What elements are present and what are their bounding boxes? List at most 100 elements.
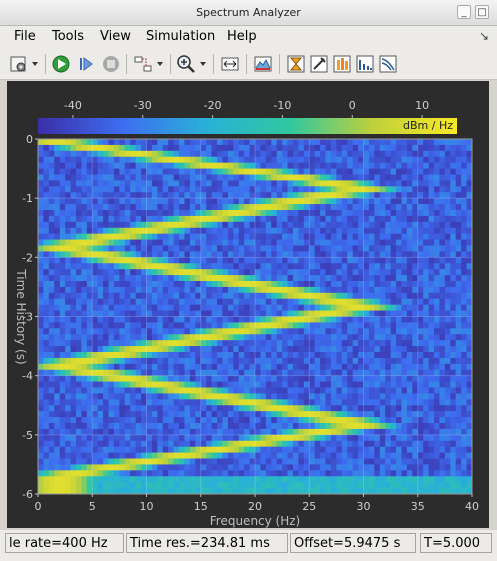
heatmap-cell [54,245,61,252]
autoscale-icon[interactable] [219,53,241,75]
heatmap-cell [292,304,299,311]
menu-simulation[interactable]: Simulation [146,29,215,44]
heatmap-cell [379,446,386,453]
play-icon[interactable] [50,53,72,75]
heatmap-cell [341,168,348,175]
heatmap-cell [244,375,250,382]
heatmap-cell [157,292,164,300]
heatmap-cell [211,304,218,311]
heatmap-cell [233,174,240,181]
heatmap-cell [352,186,359,193]
heatmap-cell [401,488,408,495]
heatmap-cell [379,411,386,418]
heatmap-cell [211,215,218,223]
heatmap-cell [341,251,348,258]
heatmap-cell [396,144,402,152]
heatmap-cell [390,251,397,258]
title-bar: Spectrum Analyzer _ □ [0,0,497,26]
heatmap-cell [406,298,413,306]
heatmap-cell [423,423,430,430]
heatmap-cell [97,215,104,223]
settings-icon[interactable] [8,53,30,75]
heatmap-cell [341,304,348,311]
cursor-measurements-icon[interactable] [308,53,330,75]
menu-file[interactable]: File [14,29,36,44]
heatmap-cell [168,180,175,187]
heatmap-cell [206,423,212,430]
heatmap-cell [444,434,451,442]
zoom-dropdown-icon[interactable] [197,53,209,75]
heatmap-cell [146,363,153,371]
heatmap-cell [292,239,299,246]
maximize-button[interactable]: □ [475,5,489,19]
undock-arrow-icon[interactable]: ↘ [479,29,489,43]
heatmap-cell [233,357,240,365]
heatmap-cell [162,162,169,169]
heatmap-cell [211,476,218,483]
heatmap-cell [97,204,104,211]
heatmap-cell [108,476,115,483]
heatmap-cell [276,458,283,465]
heatmap-cell [200,440,207,448]
heatmap-cell [314,440,321,448]
heatmap-cell [119,227,126,235]
heatmap-cell [368,263,375,270]
menu-tools[interactable]: Tools [52,29,84,44]
heatmap-cell [374,434,381,442]
settings-dropdown-icon[interactable] [29,53,41,75]
heatmap-cell [222,310,229,317]
heatmap-cell [439,381,446,388]
stop-icon[interactable] [100,53,122,75]
distortion-measurements-icon[interactable] [354,53,376,75]
heatmap-cell [255,470,261,477]
heatmap-cell [70,144,77,152]
heatmap-cell [363,168,370,175]
heatmap-cell [179,221,185,229]
menu-view[interactable]: View [100,29,131,44]
heatmap-cell [314,470,321,477]
heatmap-cell [396,423,402,430]
heatmap-cell [222,452,229,459]
heatmap-cell [200,221,207,229]
x-tick-label: 10 [140,500,154,513]
heatmap-cell [157,156,164,164]
heatmap-cell [434,446,440,453]
heatmap-cell [92,204,99,211]
heatmap-cell [151,257,158,264]
peak-finder-icon[interactable] [285,53,307,75]
heatmap-cell [423,346,430,353]
heatmap-cell [146,168,153,175]
heatmap-cell [298,215,305,223]
heatmap-cell [282,476,288,483]
zoom-in-icon[interactable] [175,53,197,75]
menu-help[interactable]: Help [227,29,257,44]
heatmap-cell [276,292,283,300]
heatmap-cell [135,375,142,382]
heatmap-cell [320,227,326,235]
heatmap-cell [396,381,402,388]
heatmap-cell [265,316,272,323]
heatmap-cell [390,263,397,270]
heatmap-cell [298,458,305,465]
step-forward-icon[interactable] [75,53,97,75]
heatmap-cell [276,428,283,436]
channel-measurements-icon[interactable] [331,53,353,75]
heatmap-cell [374,198,381,205]
heatmap-cell [81,210,88,217]
signal-select-icon[interactable] [132,53,154,75]
heatmap-cell [113,263,120,270]
heatmap-cell [233,352,240,359]
heatmap-cell [227,476,234,483]
ccdf-measurements-icon[interactable] [377,53,399,75]
minimize-button[interactable]: _ [457,5,471,19]
heatmap-cell [227,464,234,471]
spectrum-settings-icon[interactable] [252,53,274,75]
heatmap-cell [157,352,164,359]
heatmap-cell [92,198,99,205]
heatmap-cell [417,440,424,448]
heatmap-cell [330,346,337,353]
heatmap-cell [320,139,326,146]
signal-select-dropdown-icon[interactable] [154,53,166,75]
heatmap-cell [309,275,316,282]
heatmap-cell [309,298,316,306]
